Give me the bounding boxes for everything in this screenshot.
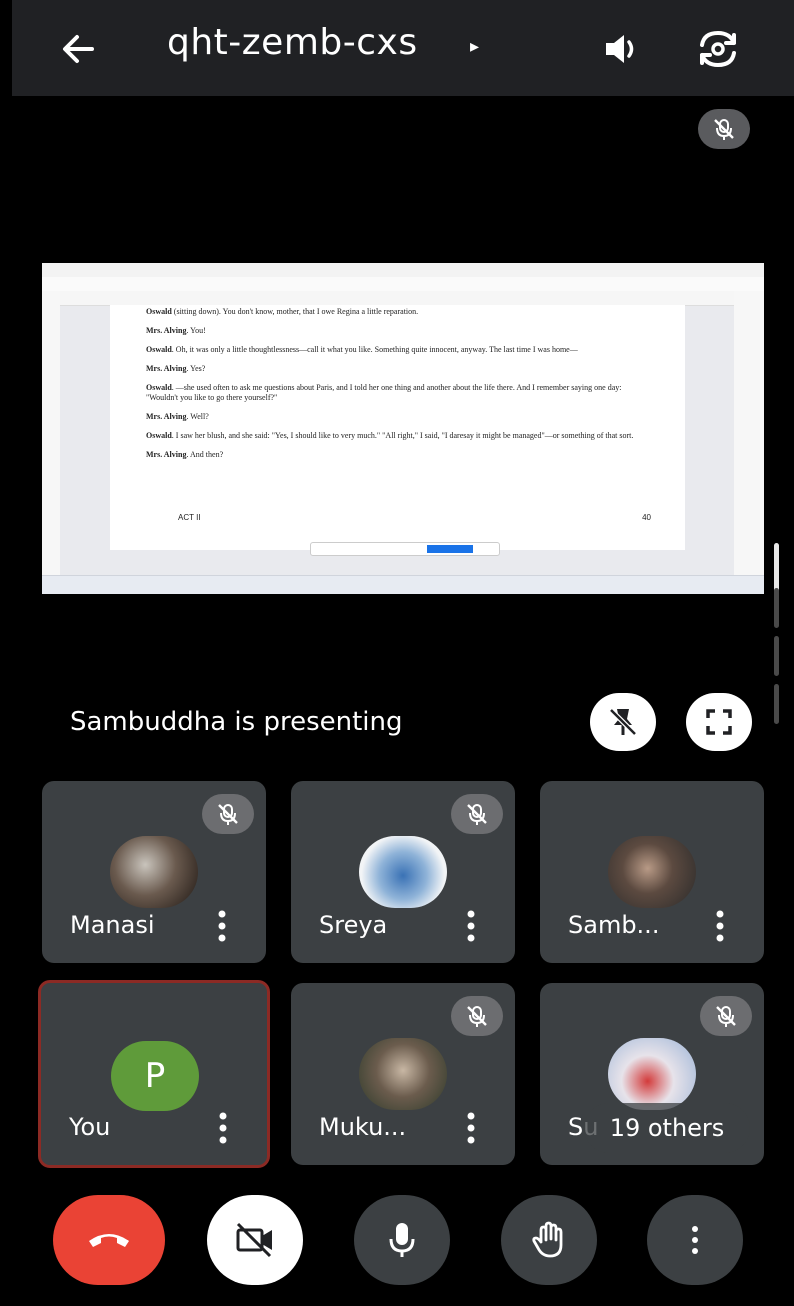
script-line: Mrs. Alving. Yes? — [146, 364, 206, 373]
pdf-left-rail — [42, 291, 60, 575]
fullscreen-icon — [706, 709, 732, 735]
muted-mic-icon — [451, 794, 503, 834]
script-line: Oswald. Oh, it was only a little thought… — [146, 345, 578, 354]
self-tile[interactable]: P You — [38, 980, 270, 1168]
windows-taskbar — [42, 575, 764, 594]
browser-tab-strip — [42, 263, 764, 277]
page-footer-act: ACT II — [178, 513, 201, 522]
unpin-button[interactable] — [590, 693, 656, 751]
participant-name: Manasi — [70, 911, 155, 939]
avatar — [359, 836, 447, 908]
more-options-icon[interactable] — [461, 1108, 481, 1148]
browser-address-bar — [42, 277, 764, 292]
participant-name: Sreya — [319, 911, 388, 939]
camera-toggle-button[interactable] — [207, 1195, 303, 1285]
participant-tile[interactable]: Muku... — [291, 983, 515, 1165]
script-line: Oswald. —she used often to ask me questi… — [146, 383, 622, 402]
scrollbar-track — [774, 588, 779, 628]
hang-up-icon — [89, 1234, 129, 1247]
page-number: 40 — [642, 513, 651, 522]
microphone-icon — [389, 1223, 415, 1257]
avatar: P — [111, 1041, 199, 1111]
stop-sharing-button — [427, 545, 473, 553]
presenter-label: Sambuddha is presenting — [70, 707, 403, 737]
participant-tile[interactable]: Sreya — [291, 781, 515, 963]
pdf-page: Oswald (sitting down). You don't know, m… — [110, 305, 685, 550]
end-call-button[interactable] — [53, 1195, 165, 1285]
speaker-icon[interactable] — [600, 27, 644, 71]
raise-hand-button[interactable] — [501, 1195, 597, 1285]
participant-name: Muku... — [319, 1113, 407, 1141]
more-options-icon[interactable] — [461, 906, 481, 946]
presentation-tile[interactable]: Oswald (sitting down). You don't know, m… — [42, 97, 764, 760]
more-options-icon[interactable] — [213, 1108, 233, 1148]
scrollbar-track — [774, 636, 779, 676]
avatar — [608, 1038, 696, 1110]
meeting-details-caret-icon[interactable]: ▸ — [470, 36, 479, 57]
microphone-button[interactable] — [354, 1195, 450, 1285]
back-arrow-icon[interactable] — [58, 28, 100, 70]
avatar — [608, 836, 696, 908]
pdf-toolbar — [42, 291, 764, 306]
top-bar: qht-zemb-cxs ▸ — [0, 0, 794, 96]
avatar — [359, 1038, 447, 1110]
meeting-code[interactable]: qht-zemb-cxs — [167, 22, 418, 63]
more-options-icon[interactable] — [212, 906, 232, 946]
screen-sharing-banner — [310, 542, 500, 556]
scrollbar-track — [774, 684, 779, 724]
muted-mic-icon — [698, 109, 750, 149]
script-line: Oswald. I saw her blush, and she said: "… — [146, 431, 634, 440]
script-line: Mrs. Alving. Well? — [146, 412, 209, 421]
raise-hand-icon — [532, 1221, 563, 1258]
muted-mic-icon — [451, 996, 503, 1036]
script-line: Mrs. Alving. And then? — [146, 450, 224, 459]
script-line: Mrs. Alving. You! — [146, 326, 206, 335]
more-options-button[interactable] — [647, 1195, 743, 1285]
unpin-icon — [609, 708, 637, 736]
participant-tile[interactable]: Samb... — [540, 781, 764, 963]
camera-off-icon — [236, 1222, 272, 1258]
switch-camera-icon[interactable] — [694, 25, 742, 73]
muted-mic-icon — [202, 794, 254, 834]
browser-right-rail — [734, 291, 764, 575]
fullscreen-button[interactable] — [686, 693, 752, 751]
participant-tile[interactable]: Su 19 others — [540, 983, 764, 1165]
shared-screen: Oswald (sitting down). You don't know, m… — [42, 263, 764, 594]
participant-name: Samb... — [568, 911, 660, 939]
participant-tile[interactable]: Manasi — [42, 781, 266, 963]
left-edge — [0, 0, 12, 1306]
others-count-badge[interactable]: 19 others — [584, 1103, 750, 1153]
more-options-icon[interactable] — [710, 906, 730, 946]
participant-name: You — [69, 1113, 111, 1141]
script-line: Oswald (sitting down). You don't know, m… — [146, 307, 419, 316]
muted-mic-icon — [700, 996, 752, 1036]
avatar — [110, 836, 198, 908]
more-vert-icon — [692, 1226, 698, 1254]
